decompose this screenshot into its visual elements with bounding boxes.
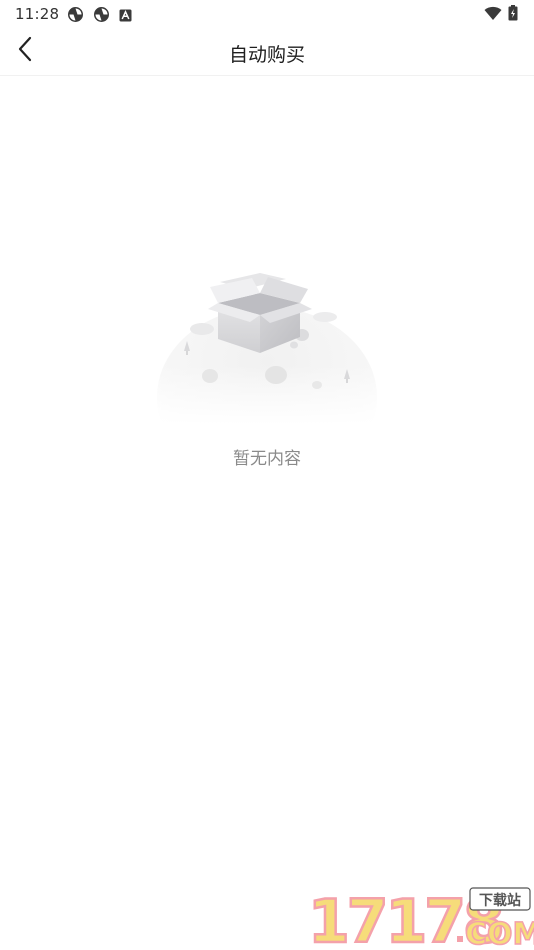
- status-time: 11:28: [15, 5, 60, 23]
- svg-text:下载站: 下载站: [479, 892, 521, 909]
- status-icons-right: [484, 5, 518, 25]
- a-app-icon: [119, 7, 132, 26]
- sync-icon: [67, 6, 84, 27]
- svg-text:COM: COM: [465, 917, 534, 950]
- battery-icon: [508, 5, 518, 25]
- empty-box-illustration: [150, 265, 384, 487]
- screen: 11:28 自动购买 暂无内容 17178 下载站 COM: [0, 0, 534, 950]
- status-icons-left: [67, 6, 132, 27]
- status-bar: 11:28: [0, 0, 534, 28]
- watermark-logo: 17178 下载站 COM: [306, 882, 534, 950]
- empty-message: 暂无内容: [233, 449, 301, 469]
- wifi-icon: [484, 6, 502, 25]
- page-title: 自动购买: [228, 44, 305, 66]
- empty-state: 暂无内容: [0, 255, 534, 487]
- top-app-bar: 自动购买: [0, 28, 534, 76]
- sync-icon: [93, 6, 110, 27]
